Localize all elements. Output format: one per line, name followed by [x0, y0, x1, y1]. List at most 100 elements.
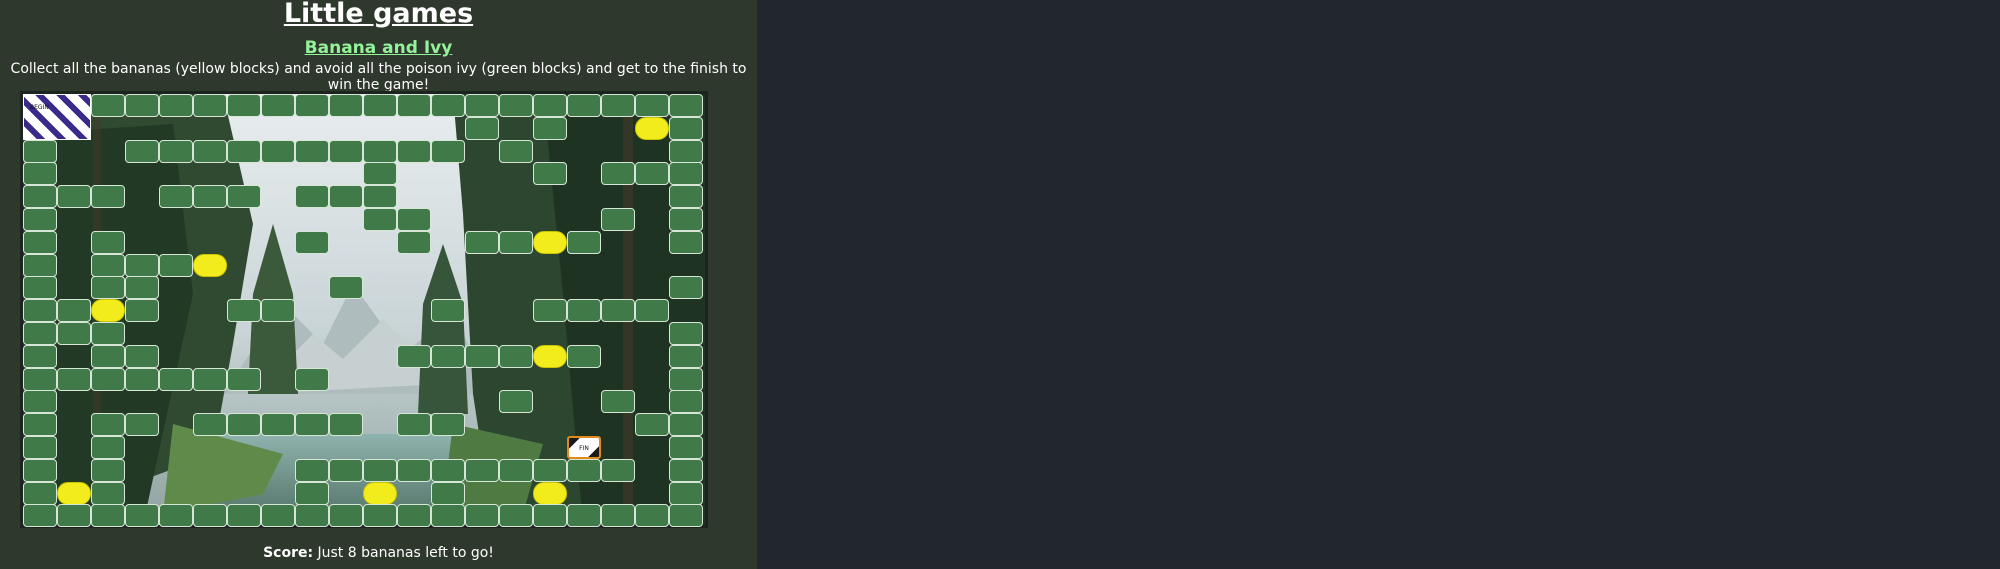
banana-block[interactable] [533, 344, 567, 368]
poison-ivy-block [397, 504, 431, 528]
poison-ivy-block [431, 299, 465, 323]
poison-ivy-block [431, 481, 465, 505]
poison-ivy-block [601, 458, 635, 482]
poison-ivy-block [465, 116, 499, 140]
poison-ivy-block [125, 94, 159, 117]
poison-ivy-block [431, 344, 465, 368]
poison-ivy-block [193, 185, 227, 209]
poison-ivy-block [91, 436, 125, 459]
poison-ivy-block [23, 208, 57, 231]
begin-marker[interactable]: BEGIN [23, 94, 91, 140]
poison-ivy-block [329, 504, 363, 528]
poison-ivy-block [635, 504, 669, 528]
poison-ivy-block [57, 367, 91, 391]
poison-ivy-block [23, 481, 57, 505]
poison-ivy-block [261, 139, 295, 163]
poison-ivy-block [193, 504, 227, 528]
poison-ivy-block [499, 504, 533, 528]
poison-ivy-block [91, 481, 125, 505]
banana-block[interactable] [533, 230, 567, 254]
poison-ivy-block [533, 504, 567, 528]
poison-ivy-block [363, 139, 397, 163]
poison-ivy-block [567, 299, 601, 323]
poison-ivy-block [329, 413, 363, 437]
poison-ivy-block [125, 253, 159, 277]
poison-ivy-block [431, 504, 465, 528]
poison-ivy-block [91, 94, 125, 117]
poison-ivy-block [601, 94, 635, 117]
poison-ivy-block [601, 208, 635, 231]
finish-marker[interactable]: FIN [567, 436, 601, 459]
poison-ivy-block [329, 185, 363, 209]
banana-block[interactable] [635, 116, 669, 140]
game-instructions: Collect all the bananas (yellow blocks) … [10, 61, 747, 93]
poison-ivy-block [23, 390, 57, 414]
banana-block[interactable] [533, 481, 567, 505]
poison-ivy-block [669, 413, 703, 437]
page-title: Little games [283, 0, 474, 29]
banana-block[interactable] [193, 253, 227, 277]
poison-ivy-block [669, 139, 703, 163]
poison-ivy-block [23, 344, 57, 368]
poison-ivy-block [499, 94, 533, 117]
poison-ivy-block [567, 230, 601, 254]
poison-ivy-block [431, 458, 465, 482]
poison-ivy-block [227, 299, 261, 323]
poison-ivy-block [227, 504, 261, 528]
poison-ivy-block [227, 413, 261, 437]
poison-ivy-block [295, 413, 329, 437]
poison-ivy-block [57, 322, 91, 345]
poison-ivy-block [669, 481, 703, 505]
poison-ivy-block [23, 413, 57, 437]
poison-ivy-block [159, 185, 193, 209]
begin-label: BEGIN [30, 104, 49, 111]
poison-ivy-block [329, 458, 363, 482]
poison-ivy-block [397, 230, 431, 254]
poison-ivy-block [125, 344, 159, 368]
poison-ivy-block [227, 367, 261, 391]
poison-ivy-block [669, 116, 703, 140]
poison-ivy-block [397, 458, 431, 482]
poison-ivy-block [261, 299, 295, 323]
poison-ivy-block [227, 185, 261, 209]
poison-ivy-block [363, 208, 397, 231]
poison-ivy-block [635, 299, 669, 323]
poison-ivy-block [125, 504, 159, 528]
poison-ivy-block [91, 253, 125, 277]
poison-ivy-block [159, 139, 193, 163]
poison-ivy-block [635, 413, 669, 437]
poison-ivy-block [669, 344, 703, 368]
game-panel: Little games Banana and Ivy Collect all … [0, 0, 757, 569]
poison-ivy-block [635, 162, 669, 186]
game-board[interactable]: BEGIN FIN [20, 91, 708, 528]
poison-ivy-block [465, 458, 499, 482]
poison-ivy-block [533, 458, 567, 482]
poison-ivy-block [397, 208, 431, 231]
poison-ivy-block [669, 367, 703, 391]
poison-ivy-block [23, 299, 57, 323]
poison-ivy-block [669, 230, 703, 254]
poison-ivy-block [295, 504, 329, 528]
banana-block[interactable] [363, 481, 397, 505]
poison-ivy-block [363, 162, 397, 186]
poison-ivy-block [159, 367, 193, 391]
poison-ivy-block [363, 94, 397, 117]
poison-ivy-block [465, 344, 499, 368]
poison-ivy-block [295, 94, 329, 117]
poison-ivy-block [91, 322, 125, 345]
poison-ivy-block [261, 413, 295, 437]
poison-ivy-block [23, 230, 57, 254]
poison-ivy-block [295, 458, 329, 482]
poison-ivy-block [23, 185, 57, 209]
poison-ivy-block [533, 299, 567, 323]
banana-block[interactable] [91, 299, 125, 323]
game-title: Banana and Ivy [304, 38, 453, 58]
poison-ivy-block [23, 253, 57, 277]
banana-block[interactable] [57, 481, 91, 505]
poison-ivy-block [125, 413, 159, 437]
finish-label: FIN [579, 445, 589, 452]
poison-ivy-block [295, 367, 329, 391]
poison-ivy-block [23, 458, 57, 482]
poison-ivy-block [567, 94, 601, 117]
poison-ivy-block [159, 253, 193, 277]
